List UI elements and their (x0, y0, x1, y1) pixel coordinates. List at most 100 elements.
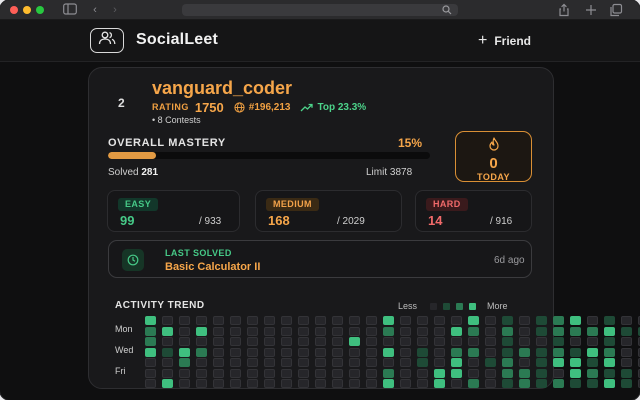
activity-cell[interactable] (281, 316, 292, 325)
activity-cell[interactable] (332, 368, 343, 378)
activity-cell[interactable] (366, 368, 377, 378)
activity-cell[interactable] (570, 326, 581, 336)
activity-cell[interactable] (145, 358, 156, 367)
activity-cell[interactable] (621, 337, 632, 346)
activity-cell[interactable] (264, 368, 275, 378)
activity-cell[interactable] (570, 337, 581, 346)
activity-cell[interactable] (264, 316, 275, 325)
username[interactable]: vanguard_coder (152, 78, 292, 99)
activity-cell[interactable] (434, 358, 445, 367)
activity-cell[interactable] (162, 358, 173, 367)
activity-cell[interactable] (247, 337, 258, 346)
activity-cell[interactable] (247, 358, 258, 367)
activity-cell[interactable] (519, 337, 530, 346)
activity-cell[interactable] (179, 347, 190, 357)
activity-cell[interactable] (587, 337, 598, 346)
activity-cell[interactable] (247, 316, 258, 325)
activity-cell[interactable] (485, 337, 496, 346)
activity-cell[interactable] (315, 379, 326, 388)
activity-cell[interactable] (298, 347, 309, 357)
activity-cell[interactable] (247, 347, 258, 357)
activity-cell[interactable] (213, 368, 224, 378)
activity-cell[interactable] (502, 358, 513, 367)
activity-cell[interactable] (247, 379, 258, 388)
address-bar[interactable] (182, 4, 458, 16)
activity-cell[interactable] (485, 358, 496, 367)
activity-cell[interactable] (366, 316, 377, 325)
activity-cell[interactable] (349, 316, 360, 325)
activity-cell[interactable] (145, 316, 156, 325)
activity-cell[interactable] (536, 358, 547, 367)
activity-cell[interactable] (621, 347, 632, 357)
activity-cell[interactable] (332, 337, 343, 346)
activity-cell[interactable] (604, 358, 615, 367)
activity-cell[interactable] (383, 326, 394, 336)
activity-cell[interactable] (451, 379, 462, 388)
activity-cell[interactable] (196, 358, 207, 367)
activity-cell[interactable] (298, 316, 309, 325)
activity-cell[interactable] (604, 316, 615, 325)
activity-cell[interactable] (145, 326, 156, 336)
activity-cell[interactable] (502, 347, 513, 357)
activity-cell[interactable] (417, 326, 428, 336)
activity-cell[interactable] (434, 368, 445, 378)
activity-cell[interactable] (570, 368, 581, 378)
activity-cell[interactable] (213, 379, 224, 388)
activity-cell[interactable] (519, 358, 530, 367)
activity-cell[interactable] (604, 347, 615, 357)
activity-cell[interactable] (553, 358, 564, 367)
activity-cell[interactable] (230, 379, 241, 388)
activity-cell[interactable] (332, 358, 343, 367)
activity-cell[interactable] (451, 358, 462, 367)
activity-cell[interactable] (536, 326, 547, 336)
activity-cell[interactable] (502, 379, 513, 388)
activity-cell[interactable] (553, 326, 564, 336)
minimize-window-button[interactable] (23, 6, 31, 14)
activity-cell[interactable] (536, 316, 547, 325)
activity-cell[interactable] (587, 358, 598, 367)
activity-cell[interactable] (400, 316, 411, 325)
activity-cell[interactable] (553, 337, 564, 346)
activity-cell[interactable] (502, 337, 513, 346)
activity-cell[interactable] (536, 337, 547, 346)
activity-cell[interactable] (196, 316, 207, 325)
activity-cell[interactable] (145, 337, 156, 346)
activity-cell[interactable] (264, 347, 275, 357)
activity-cell[interactable] (536, 368, 547, 378)
activity-cell[interactable] (213, 347, 224, 357)
activity-cell[interactable] (298, 337, 309, 346)
activity-cell[interactable] (383, 316, 394, 325)
activity-cell[interactable] (587, 368, 598, 378)
activity-cell[interactable] (417, 316, 428, 325)
activity-cell[interactable] (451, 347, 462, 357)
last-solved-problem[interactable]: Basic Calculator II (165, 261, 260, 273)
activity-cell[interactable] (485, 316, 496, 325)
activity-cell[interactable] (281, 379, 292, 388)
activity-cell[interactable] (332, 326, 343, 336)
activity-cell[interactable] (349, 358, 360, 367)
activity-cell[interactable] (230, 358, 241, 367)
activity-cell[interactable] (519, 347, 530, 357)
activity-cell[interactable] (434, 326, 445, 336)
activity-cell[interactable] (536, 379, 547, 388)
activity-cell[interactable] (196, 368, 207, 378)
activity-cell[interactable] (315, 316, 326, 325)
activity-cell[interactable] (145, 379, 156, 388)
activity-cell[interactable] (519, 316, 530, 325)
activity-cell[interactable] (315, 347, 326, 357)
activity-cell[interactable] (400, 379, 411, 388)
activity-cell[interactable] (298, 368, 309, 378)
activity-cell[interactable] (434, 337, 445, 346)
activity-cell[interactable] (519, 368, 530, 378)
activity-cell[interactable] (315, 326, 326, 336)
activity-cell[interactable] (230, 326, 241, 336)
activity-cell[interactable] (349, 337, 360, 346)
activity-cell[interactable] (451, 337, 462, 346)
activity-cell[interactable] (417, 368, 428, 378)
activity-cell[interactable] (162, 368, 173, 378)
activity-cell[interactable] (553, 316, 564, 325)
activity-cell[interactable] (162, 326, 173, 336)
forward-chevron-icon[interactable]: › (110, 3, 120, 17)
activity-cell[interactable] (281, 347, 292, 357)
share-icon[interactable] (557, 3, 571, 17)
